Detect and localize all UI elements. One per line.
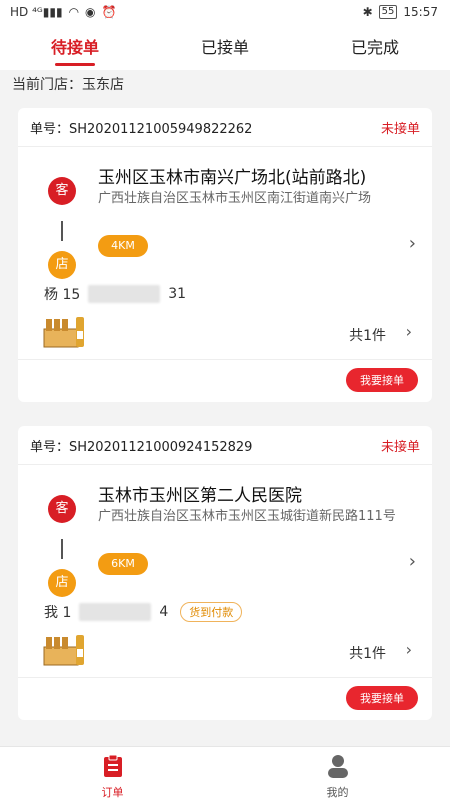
tab-accepted[interactable]: 已接单 <box>150 26 300 70</box>
destination-address: 广西壮族自治区玉林市玉州区玉城街道新民路111号 <box>98 509 396 524</box>
accept-order-button[interactable]: 我要接单 <box>346 686 418 710</box>
tab-pending[interactable]: 待接单 <box>0 26 150 70</box>
destination-name: 玉林市玉州区第二人民医院 <box>98 486 302 506</box>
item-count: 共1件 <box>349 646 386 662</box>
nav-label: 订单 <box>101 786 124 799</box>
customer-badge: 客 <box>48 495 76 523</box>
cash-on-delivery-badge: 货到付款 <box>180 602 243 622</box>
distance-badge: 6KM <box>98 553 148 575</box>
route-line <box>61 221 63 241</box>
current-store: 当前门店：玉东店 <box>12 77 124 93</box>
chevron-right-icon[interactable]: › <box>409 551 416 572</box>
order-tabs: 待接单 已接单 已完成 <box>0 26 450 70</box>
destination-name: 玉州区玉林市南兴广场北(站前路北) <box>98 168 367 188</box>
order-number: 单号：SH20201121005949822262 <box>30 121 253 137</box>
order-route[interactable]: 客 店 玉林市玉州区第二人民医院 广西壮族自治区玉林市玉州区玉城街道新民路111… <box>18 465 432 597</box>
eye-icon: ◉ <box>85 5 96 19</box>
battery-icon: 55 <box>378 5 398 19</box>
order-status: 未接单 <box>380 439 420 455</box>
item-count: 共1件 <box>349 328 386 344</box>
order-number: 单号：SH20201121000924152829 <box>30 439 253 455</box>
buyer-info: 我 1 4 货到付款 <box>18 595 432 629</box>
distance-badge: 4KM <box>98 235 148 257</box>
chevron-right-icon[interactable]: › <box>406 640 412 659</box>
order-card: 单号：SH20201121005949822262 未接单 客 店 玉州区玉林市… <box>18 108 432 402</box>
alarm-icon: ⏰ <box>101 5 117 19</box>
buyer-name: 杨 15 <box>44 287 81 303</box>
buyer-phone-tail: 31 <box>168 286 187 302</box>
store-badge: 店 <box>48 569 76 597</box>
person-icon <box>327 755 348 778</box>
hd-signal-icon: HD ⁴ᴳ▮▮▮ <box>10 5 63 19</box>
beer-product-image <box>43 635 84 666</box>
bottom-nav: 订单 我的 <box>0 746 450 801</box>
nav-profile[interactable]: 我的 <box>225 747 450 801</box>
chevron-right-icon[interactable]: › <box>406 322 412 341</box>
accept-order-button[interactable]: 我要接单 <box>346 368 418 392</box>
phone-mask <box>79 603 152 621</box>
order-card: 单号：SH20201121000924152829 未接单 客 店 玉林市玉州区… <box>18 426 432 720</box>
nav-label: 我的 <box>326 786 349 799</box>
buyer-name: 我 1 <box>44 605 72 621</box>
nav-orders[interactable]: 订单 <box>0 747 225 801</box>
clipboard-icon <box>103 754 122 777</box>
tab-completed[interactable]: 已完成 <box>300 26 450 70</box>
destination-address: 广西壮族自治区玉林市玉州区南江街道南兴广场 <box>98 191 372 206</box>
phone-mask <box>88 285 161 303</box>
wifi-icon: ◠ <box>68 5 80 19</box>
chevron-right-icon[interactable]: › <box>409 233 416 254</box>
bluetooth-icon: ✱ <box>362 5 373 19</box>
customer-badge: 客 <box>48 177 76 205</box>
buyer-info: 杨 15 31 <box>18 277 432 311</box>
goods-row[interactable]: 共1件 › <box>18 311 432 359</box>
order-route[interactable]: 客 店 玉州区玉林市南兴广场北(站前路北) 广西壮族自治区玉林市玉州区南江街道南… <box>18 147 432 279</box>
store-badge: 店 <box>48 251 76 279</box>
route-line <box>61 539 63 559</box>
order-status: 未接单 <box>380 121 420 137</box>
clock: 15:57 <box>403 5 438 19</box>
beer-product-image <box>43 317 84 348</box>
buyer-phone-tail: 4 <box>159 604 169 620</box>
status-bar: HD ⁴ᴳ▮▮▮ ◠ ◉ ⏰ ✱ 55 15:57 <box>0 0 450 26</box>
goods-row[interactable]: 共1件 › <box>18 629 432 677</box>
